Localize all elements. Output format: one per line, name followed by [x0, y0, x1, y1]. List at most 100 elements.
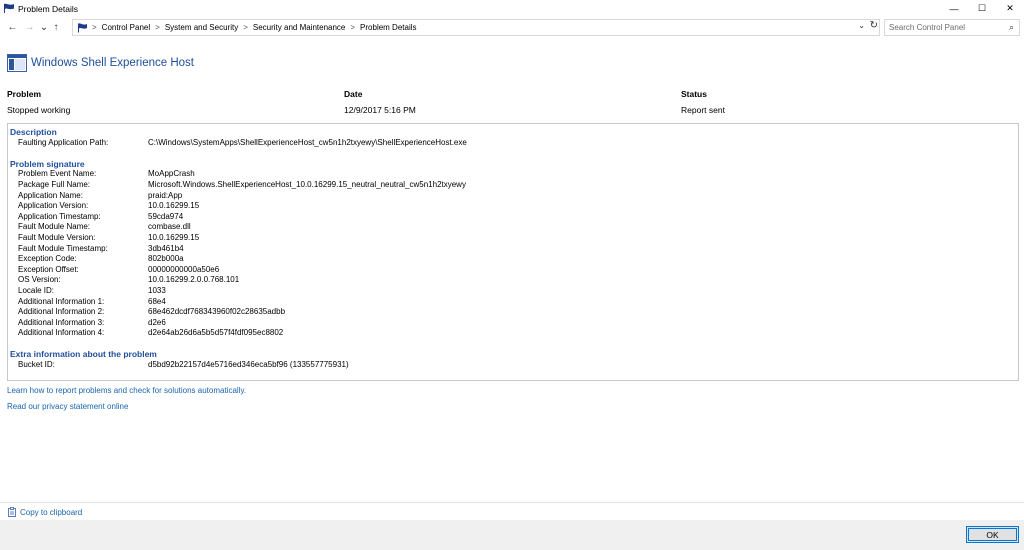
recent-locations-button[interactable]: ⌄: [38, 18, 50, 37]
detail-row: Problem Event Name: MoAppCrash: [10, 169, 1016, 180]
copy-to-clipboard-link[interactable]: Copy to clipboard: [8, 507, 82, 517]
detail-row: Fault Module Name: combase.dll: [10, 222, 1016, 233]
detail-label: Faulting Application Path:: [18, 137, 109, 147]
ok-button[interactable]: OK: [966, 526, 1019, 543]
detail-value: d2e64ab26d6a5b5d57f4fdf095ec8802: [148, 328, 284, 338]
breadcrumb-separator: >: [92, 23, 97, 32]
breadcrumb-control-panel[interactable]: Control Panel: [102, 23, 150, 32]
breadcrumb-problem-details[interactable]: Problem Details: [360, 23, 416, 32]
refresh-button[interactable]: ↻: [870, 20, 878, 31]
problem-summary: Problem Stopped working Date 12/9/2017 5…: [7, 89, 1017, 119]
problem-label: Problem: [7, 89, 42, 99]
detail-value: praid:App: [148, 190, 183, 200]
detail-label: Bucket ID:: [18, 360, 55, 370]
detail-value: C:\Windows\SystemApps\ShellExperienceHos…: [148, 137, 467, 147]
detail-row: Additional Information 1: 68e4: [10, 297, 1016, 308]
breadcrumb-separator: >: [350, 23, 356, 32]
status-value: Report sent: [681, 105, 725, 115]
breadcrumb[interactable]: > Control Panel > System and Security > …: [72, 19, 880, 36]
address-dropdown-button[interactable]: ⌄: [858, 21, 865, 30]
detail-row: Locale ID: 1033: [10, 286, 1016, 297]
detail-value: combase.dll: [148, 222, 191, 232]
detail-label: Application Timestamp:: [18, 211, 101, 221]
clipboard-icon: [8, 507, 17, 517]
detail-row: OS Version: 10.0.16299.2.0.0.768.101: [10, 275, 1016, 286]
detail-value: 802b000a: [148, 254, 184, 264]
detail-label: Additional Information 2:: [18, 307, 105, 317]
detail-value: d5bd92b22157d4e5716ed346eca5bf96 (133557…: [148, 360, 349, 370]
search-input[interactable]: [889, 23, 1004, 32]
detail-value: 10.0.16299.15: [148, 232, 200, 242]
control-panel-icon: [77, 22, 89, 34]
description-heading: Description: [10, 127, 57, 137]
detail-label: Exception Code:: [18, 254, 77, 264]
maximize-button[interactable]: ☐: [968, 0, 996, 17]
detail-row: Fault Module Timestamp: 3db461b4: [10, 244, 1016, 255]
learn-how-to-report-link[interactable]: Learn how to report problems and check f…: [7, 386, 246, 395]
status-column: Status Report sent: [681, 89, 725, 115]
problem-details-box: Description Faulting Application Path: C…: [7, 123, 1019, 381]
detail-row: Application Name: praid:App: [10, 191, 1016, 202]
detail-value: 68e4: [148, 296, 166, 306]
detail-label: Fault Module Timestamp:: [18, 243, 108, 253]
detail-label: Fault Module Name:: [18, 222, 91, 232]
breadcrumb-separator: >: [243, 23, 248, 32]
problem-column: Problem Stopped working: [7, 89, 70, 115]
search-icon[interactable]: ⌕: [1009, 22, 1014, 33]
detail-value: Microsoft.Windows.ShellExperienceHost_10…: [148, 179, 466, 189]
detail-row: Additional Information 2: 68e462dcdf76834…: [10, 307, 1016, 318]
breadcrumb-system-and-security[interactable]: System and Security: [165, 23, 238, 32]
detail-label: Locale ID:: [18, 285, 55, 295]
application-window-icon: [7, 54, 27, 72]
detail-label: OS Version:: [18, 275, 61, 285]
detail-label: Additional Information 3:: [18, 317, 105, 327]
detail-value: d2e6: [148, 317, 166, 327]
detail-value: 59cda974: [148, 211, 184, 221]
copy-to-clipboard-label: Copy to clipboard: [20, 507, 83, 517]
detail-row: Application Timestamp: 59cda974: [10, 212, 1016, 223]
problem-signature-heading: Problem signature: [10, 158, 85, 169]
detail-row: Exception Offset: 00000000000a50e6: [10, 265, 1016, 276]
detail-row: Fault Module Version: 10.0.16299.15: [10, 233, 1016, 244]
detail-label: Exception Offset:: [18, 264, 79, 274]
detail-row: Application Version: 10.0.16299.15: [10, 201, 1016, 212]
detail-value: 1033: [148, 285, 166, 295]
detail-row: Package Full Name: Microsoft.Windows.Shel…: [10, 180, 1016, 191]
detail-value: 00000000000a50e6: [148, 264, 220, 274]
detail-label: Package Full Name:: [18, 179, 91, 189]
title-bar: Problem Details — ☐ ✕: [0, 0, 1024, 17]
forward-button[interactable]: →: [21, 18, 38, 37]
detail-label: Application Version:: [18, 201, 89, 211]
window-title: Problem Details: [18, 3, 78, 14]
back-button[interactable]: ←: [4, 18, 21, 37]
detail-value: 10.0.16299.2.0.0.768.101: [148, 275, 240, 285]
page-header: Windows Shell Experience Host: [7, 54, 194, 72]
minimize-button[interactable]: —: [940, 0, 968, 17]
up-button[interactable]: ↑: [50, 18, 62, 37]
detail-row: Additional Information 3: d2e6: [10, 318, 1016, 329]
problem-value: Stopped working: [7, 105, 71, 115]
date-value: 12/9/2017 5:16 PM: [344, 105, 416, 115]
detail-value: 3db461b4: [148, 243, 184, 253]
status-label: Status: [681, 89, 707, 99]
privacy-statement-link[interactable]: Read our privacy statement online: [7, 402, 128, 411]
extra-information-heading: Extra information about the problem: [10, 349, 157, 360]
detail-value: 68e462dcdf768343960f02c28635adbb: [148, 307, 286, 317]
address-bar: ← → ⌄ ↑ > Control Panel > System and Sec…: [0, 17, 1024, 38]
page-title: Windows Shell Experience Host: [31, 57, 194, 69]
flag-icon: [2, 2, 16, 16]
breadcrumb-separator: >: [155, 23, 160, 32]
detail-label: Additional Information 4:: [18, 328, 105, 338]
detail-row: Additional Information 4: d2e64ab26d6a5b5…: [10, 328, 1016, 339]
detail-row: Exception Code: 802b000a: [10, 254, 1016, 265]
window-controls: — ☐ ✕: [940, 0, 1024, 17]
detail-label: Problem Event Name:: [18, 169, 97, 179]
detail-value: MoAppCrash: [148, 169, 195, 179]
detail-row: Faulting Application Path: C:\Windows\Sy…: [10, 138, 1016, 149]
close-button[interactable]: ✕: [996, 0, 1024, 17]
detail-label: Application Name:: [18, 190, 83, 200]
button-bar: [0, 520, 1024, 550]
breadcrumb-security-and-maintenance[interactable]: Security and Maintenance: [253, 23, 346, 32]
date-label: Date: [344, 89, 363, 99]
detail-label: Fault Module Version:: [18, 232, 96, 242]
